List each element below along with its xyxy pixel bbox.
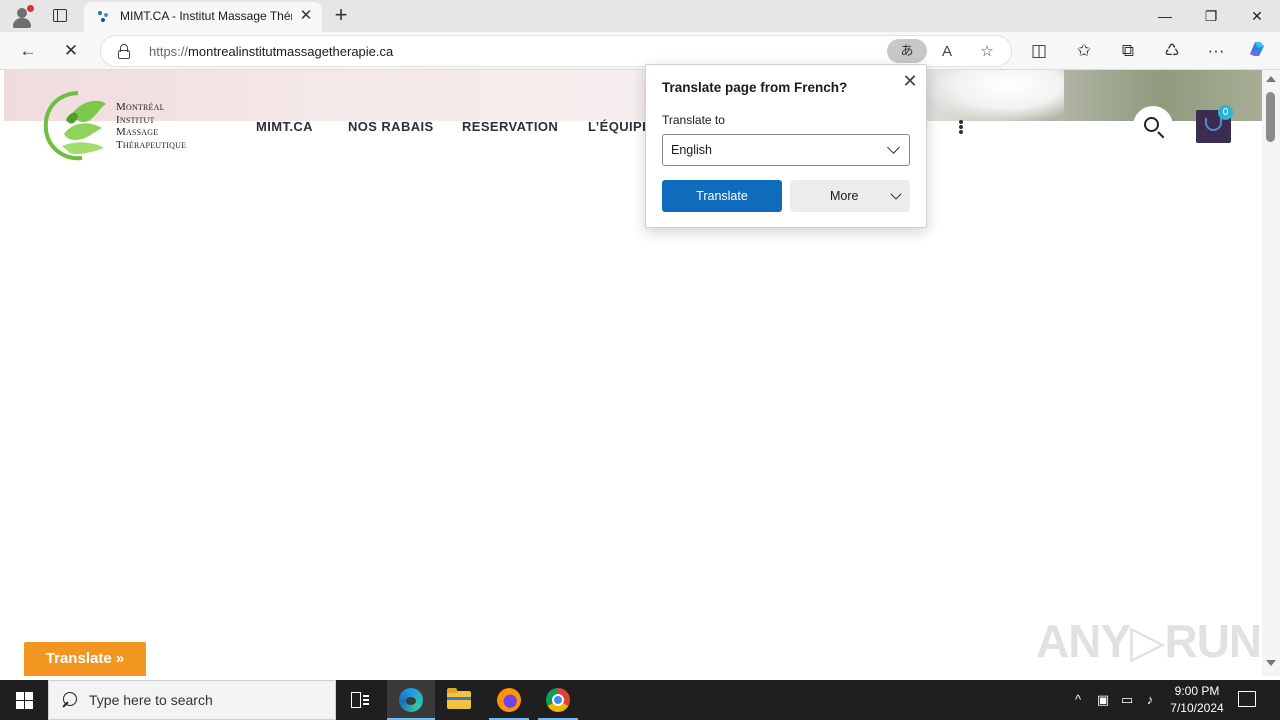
anyrun-watermark: ANY▷RUN: [1036, 615, 1262, 667]
tab-strip: MIMT.CA - Institut Massage Thérapeutique…: [0, 0, 1280, 32]
nav-more-icon[interactable]: [958, 120, 964, 134]
site-translate-button[interactable]: Translate »: [24, 642, 146, 676]
language-select[interactable]: English: [662, 134, 910, 166]
search-icon: [1144, 117, 1159, 132]
scroll-up-icon[interactable]: [1266, 76, 1276, 82]
lock-icon[interactable]: [117, 44, 131, 59]
address-bar[interactable]: https://montrealinstitutmassagetherapie.…: [100, 35, 1012, 67]
scroll-down-icon[interactable]: [1266, 660, 1276, 666]
page-scrollbar[interactable]: [1262, 70, 1280, 676]
settings-menu-icon[interactable]: ···: [1203, 38, 1229, 64]
selected-language: English: [671, 143, 712, 157]
tab-title: MIMT.CA - Institut Massage Thérapeutique: [120, 9, 292, 23]
page-viewport: Montréal Institut Massage Thérapeutique …: [0, 70, 1262, 676]
cart-button[interactable]: 0: [1196, 105, 1233, 143]
windows-taskbar: Type here to search ^ ▣ ▭ ♪ 9:00 PM 7/10…: [0, 680, 1280, 720]
chrome-icon: [546, 688, 570, 712]
tray-device-icon[interactable]: ▣: [1095, 690, 1111, 710]
stop-loading-button[interactable]: ✕: [58, 38, 84, 64]
taskbar-chrome[interactable]: [534, 680, 582, 720]
url-scheme: https://: [149, 44, 189, 59]
tab-actions-icon[interactable]: [50, 6, 70, 26]
translate-to-label: Translate to: [662, 113, 725, 127]
window-close-button[interactable]: ✕: [1234, 0, 1280, 32]
browser-essentials-icon[interactable]: ♺: [1159, 38, 1185, 64]
edge-icon: [399, 688, 423, 712]
browser-toolbar: ← ✕ https://montrealinstitutmassagethera…: [0, 32, 1280, 70]
translate-popup: Translate page from French? ✕ Translate …: [645, 64, 927, 228]
clock-time: 9:00 PM: [1174, 684, 1220, 698]
more-button-label: More: [830, 189, 859, 203]
taskbar-search-box[interactable]: Type here to search: [48, 680, 336, 720]
notifications-icon[interactable]: [1238, 691, 1256, 707]
favorite-star-icon[interactable]: ☆: [975, 40, 999, 64]
back-button[interactable]: ←: [15, 38, 41, 64]
profile-icon[interactable]: [10, 5, 34, 29]
split-screen-icon[interactable]: ◫: [1026, 38, 1052, 64]
collections-icon[interactable]: ⧉: [1115, 38, 1141, 64]
folder-icon: [447, 688, 471, 709]
taskbar-firefox[interactable]: [485, 680, 533, 720]
start-button[interactable]: [0, 680, 48, 720]
url-host: montrealinstitutmassagetherapie.ca: [188, 44, 394, 59]
translate-popup-title: Translate page from French?: [662, 80, 848, 95]
read-aloud-icon[interactable]: A: [935, 40, 959, 64]
shopping-bag-icon: [1205, 118, 1222, 131]
taskbar-clock[interactable]: 9:00 PM 7/10/2024: [1160, 683, 1234, 717]
site-logo[interactable]: Montréal Institut Massage Thérapeutique: [42, 90, 202, 164]
site-search-button[interactable]: [1133, 106, 1173, 146]
clock-date: 7/10/2024: [1170, 701, 1224, 715]
restore-button[interactable]: ❐: [1188, 0, 1234, 32]
nav-mimt[interactable]: MIMT.CA: [256, 119, 313, 134]
volume-icon[interactable]: ♪: [1141, 690, 1159, 710]
favorites-icon[interactable]: ✩: [1071, 38, 1097, 64]
url-text[interactable]: https://montrealinstitutmassagetherapie.…: [149, 44, 393, 59]
minimize-button[interactable]: —: [1142, 0, 1188, 32]
taskbar-file-explorer[interactable]: [435, 680, 483, 720]
taskbar-search-placeholder: Type here to search: [89, 692, 213, 708]
browser-tab[interactable]: MIMT.CA - Institut Massage Thérapeutique…: [84, 2, 322, 32]
popup-close-icon[interactable]: ✕: [900, 71, 920, 91]
taskbar-edge[interactable]: [387, 680, 435, 720]
tray-overflow-icon[interactable]: ^: [1070, 690, 1086, 710]
copilot-icon[interactable]: [1244, 38, 1270, 64]
logo-leaf-icon: [43, 91, 106, 161]
task-view-button[interactable]: [336, 680, 384, 720]
site-favicon-icon: [98, 10, 112, 24]
firefox-icon: [497, 688, 521, 712]
cart-count-badge: 0: [1218, 105, 1233, 120]
chevron-down-icon: [887, 141, 900, 154]
new-tab-button[interactable]: +: [330, 4, 352, 27]
nav-equipe[interactable]: L’ÉQUIPE: [588, 119, 651, 134]
chevron-down-icon: [890, 188, 902, 200]
logo-text: Montréal Institut Massage Thérapeutique: [116, 101, 187, 151]
translate-button[interactable]: Translate: [662, 180, 782, 212]
network-icon[interactable]: ▭: [1118, 690, 1136, 710]
more-button[interactable]: More: [790, 180, 910, 212]
task-view-icon: [351, 692, 369, 708]
tab-close-icon[interactable]: ✕: [298, 8, 314, 24]
nav-reservation[interactable]: RESERVATION: [462, 119, 558, 134]
scroll-thumb[interactable]: [1266, 92, 1275, 142]
nav-nos-rabais[interactable]: NOS RABAIS: [348, 119, 434, 134]
translate-page-icon[interactable]: あ: [887, 39, 927, 63]
